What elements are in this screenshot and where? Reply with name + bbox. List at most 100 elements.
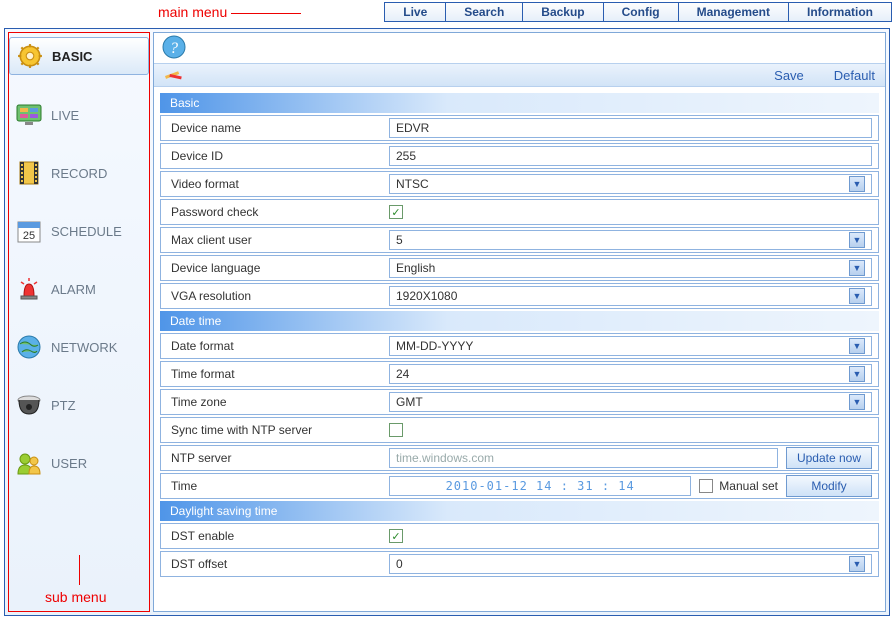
label-manual-set: Manual set <box>719 479 778 493</box>
default-button[interactable]: Default <box>834 68 875 83</box>
row-sync-ntp: Sync time with NTP server <box>160 417 879 443</box>
tab-information[interactable]: Information <box>789 3 891 21</box>
tab-config[interactable]: Config <box>604 3 679 21</box>
dome-icon <box>15 391 43 419</box>
sidebar-item-label: SCHEDULE <box>51 224 122 239</box>
select-dst-offset[interactable]: 0▼ <box>389 554 872 574</box>
save-button[interactable]: Save <box>774 68 804 83</box>
config-panel: ? Save Default Basic Device name Device … <box>153 32 886 612</box>
chevron-down-icon: ▼ <box>849 288 865 304</box>
row-time: Time 2010-01-12 14 : 31 : 14 Manual set … <box>160 473 879 499</box>
settings-scroll[interactable]: Basic Device name Device ID Video format… <box>154 87 885 611</box>
section-datetime: Date time <box>160 311 879 331</box>
toolbar: Save Default <box>154 63 885 87</box>
calendar-icon: 25 <box>15 217 43 245</box>
sidebar-item-network[interactable]: NETWORK <box>9 329 149 365</box>
sidebar-item-user[interactable]: USER <box>9 445 149 481</box>
film-icon <box>15 159 43 187</box>
section-dst: Daylight saving time <box>160 501 879 521</box>
sidebar-item-label: BASIC <box>52 49 92 64</box>
label-dst-enable: DST enable <box>161 529 389 543</box>
time-display: 2010-01-12 14 : 31 : 14 <box>389 476 691 496</box>
checkbox-dst-enable[interactable]: ✓ <box>389 529 403 543</box>
sub-menu-annotation: sub menu <box>45 589 106 605</box>
checkbox-password-check[interactable]: ✓ <box>389 205 403 219</box>
label-time: Time <box>161 479 389 493</box>
row-max-client-user: Max client user 5▼ <box>160 227 879 253</box>
label-device-language: Device language <box>161 261 389 275</box>
chevron-down-icon: ▼ <box>849 556 865 572</box>
sidebar-item-alarm[interactable]: ALARM <box>9 271 149 307</box>
tab-live[interactable]: Live <box>385 3 446 21</box>
sidebar-item-live[interactable]: LIVE <box>9 97 149 133</box>
row-time-zone: Time zone GMT▼ <box>160 389 879 415</box>
svg-text:?: ? <box>170 40 178 57</box>
chevron-down-icon: ▼ <box>849 338 865 354</box>
label-dst-offset: DST offset <box>161 557 389 571</box>
input-device-name[interactable] <box>389 118 872 138</box>
row-ntp-server: NTP server Update now <box>160 445 879 471</box>
label-video-format: Video format <box>161 177 389 191</box>
chevron-down-icon: ▼ <box>849 232 865 248</box>
sidebar-item-label: PTZ <box>51 398 76 413</box>
label-password-check: Password check <box>161 205 389 219</box>
input-ntp-server[interactable] <box>389 448 778 468</box>
globe-icon <box>15 333 43 361</box>
row-device-language: Device language English▼ <box>160 255 879 281</box>
row-dst-enable: DST enable ✓ <box>160 523 879 549</box>
user-icon <box>15 449 43 477</box>
svg-text:25: 25 <box>23 230 35 242</box>
sidebar-item-ptz[interactable]: PTZ <box>9 387 149 423</box>
select-device-language[interactable]: English▼ <box>389 258 872 278</box>
row-device-name: Device name <box>160 115 879 141</box>
row-password-check: Password check ✓ <box>160 199 879 225</box>
row-date-format: Date format MM-DD-YYYY▼ <box>160 333 879 359</box>
tab-search[interactable]: Search <box>446 3 523 21</box>
tools-icon <box>164 66 182 85</box>
sidebar-item-basic[interactable]: BASIC <box>9 37 149 75</box>
select-video-format[interactable]: NTSC▼ <box>389 174 872 194</box>
label-time-format: Time format <box>161 367 389 381</box>
gear-icon <box>16 42 44 70</box>
tab-backup[interactable]: Backup <box>523 3 603 21</box>
label-date-format: Date format <box>161 339 389 353</box>
row-video-format: Video format NTSC▼ <box>160 171 879 197</box>
main-menu: Live Search Backup Config Management Inf… <box>384 2 892 22</box>
label-time-zone: Time zone <box>161 395 389 409</box>
sidebar-item-schedule[interactable]: 25 SCHEDULE <box>9 213 149 249</box>
chevron-down-icon: ▼ <box>849 176 865 192</box>
checkbox-sync-ntp[interactable] <box>389 423 403 437</box>
label-device-name: Device name <box>161 121 389 135</box>
select-time-zone[interactable]: GMT▼ <box>389 392 872 412</box>
label-sync-ntp: Sync time with NTP server <box>161 423 389 437</box>
sidebar-item-label: LIVE <box>51 108 79 123</box>
sub-menu: BASIC LIVE RECORD 25 SCHEDULE ALARM <box>8 32 150 612</box>
section-basic: Basic <box>160 93 879 113</box>
input-device-id[interactable] <box>389 146 872 166</box>
tab-management[interactable]: Management <box>679 3 789 21</box>
checkbox-manual-set[interactable] <box>699 479 713 493</box>
chevron-down-icon: ▼ <box>849 394 865 410</box>
sidebar-item-label: NETWORK <box>51 340 117 355</box>
label-vga-resolution: VGA resolution <box>161 289 389 303</box>
update-now-button[interactable]: Update now <box>786 447 872 469</box>
row-vga-resolution: VGA resolution 1920X1080▼ <box>160 283 879 309</box>
modify-button[interactable]: Modify <box>786 475 872 497</box>
sidebar-item-label: USER <box>51 456 87 471</box>
alarm-icon <box>15 275 43 303</box>
row-device-id: Device ID <box>160 143 879 169</box>
label-max-client-user: Max client user <box>161 233 389 247</box>
chevron-down-icon: ▼ <box>849 366 865 382</box>
select-time-format[interactable]: 24▼ <box>389 364 872 384</box>
select-vga-resolution[interactable]: 1920X1080▼ <box>389 286 872 306</box>
sidebar-item-label: ALARM <box>51 282 96 297</box>
select-max-client-user[interactable]: 5▼ <box>389 230 872 250</box>
row-dst-offset: DST offset 0▼ <box>160 551 879 577</box>
sidebar-item-label: RECORD <box>51 166 107 181</box>
sidebar-item-record[interactable]: RECORD <box>9 155 149 191</box>
row-time-format: Time format 24▼ <box>160 361 879 387</box>
chevron-down-icon: ▼ <box>849 260 865 276</box>
help-icon[interactable]: ? <box>162 35 186 62</box>
label-ntp-server: NTP server <box>161 451 389 465</box>
select-date-format[interactable]: MM-DD-YYYY▼ <box>389 336 872 356</box>
